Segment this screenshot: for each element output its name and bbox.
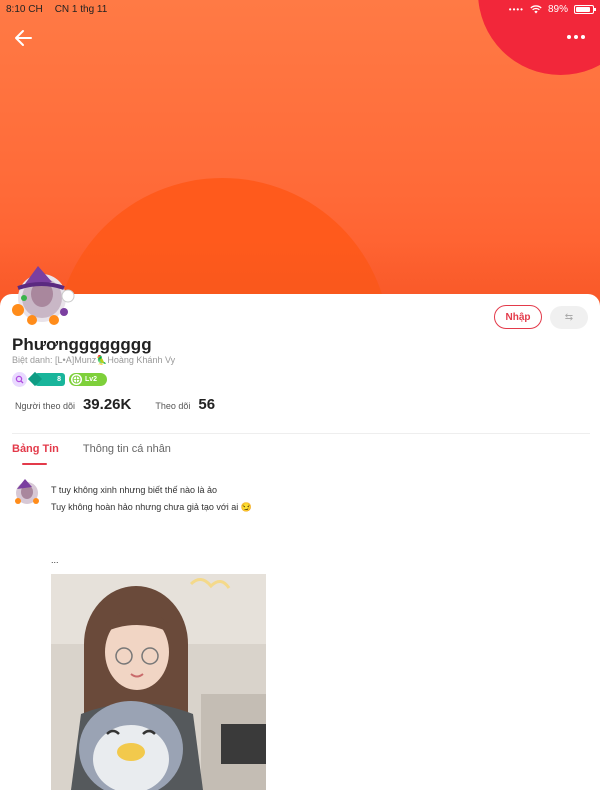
following-label[interactable]: Theo dõi	[155, 401, 190, 411]
divider	[12, 433, 590, 434]
post-ellipsis: ...	[51, 555, 59, 565]
back-button[interactable]	[12, 28, 36, 48]
stats-row: Người theo dõi 39.26K Theo dõi 56	[15, 396, 215, 413]
post-line-2: Tuy không hoàn hảo nhưng chưa giả tạo vớ…	[51, 502, 252, 512]
followers-label[interactable]: Người theo dõi	[15, 401, 75, 411]
following-count[interactable]: 56	[198, 396, 215, 413]
avatar-frame-icon	[12, 266, 75, 325]
arrow-left-icon	[15, 30, 32, 46]
battery-icon	[574, 4, 596, 14]
status-date: CN 1 thg 11	[54, 3, 108, 15]
wifi-icon	[530, 4, 542, 13]
message-button[interactable]: Nhập	[494, 305, 542, 329]
tab-feed[interactable]: Bảng Tin	[12, 443, 59, 465]
status-right: •••• 89%	[508, 3, 596, 15]
profile-name: Phươngggggggg	[12, 335, 152, 354]
avatar-icon	[15, 479, 39, 504]
search-icon	[15, 375, 24, 384]
badge-lv[interactable]: Lv2	[69, 373, 107, 386]
post-photo[interactable]	[51, 574, 266, 790]
tab-personal-info[interactable]: Thông tin cá nhân	[83, 443, 171, 465]
more-dots-icon	[567, 35, 571, 39]
cover-image	[0, 0, 600, 320]
switch-button[interactable]: ⇆	[550, 306, 588, 329]
badge-lv-text: Lv2	[85, 376, 98, 383]
post-text: T tuy không xinh nhưng biết thế nào là ả…	[51, 482, 252, 516]
badge-level[interactable]: 8	[35, 373, 65, 386]
followers-count[interactable]: 39.26K	[83, 396, 131, 413]
status-bar: 8:10 CH CN 1 thg 11 •••• 89%	[0, 0, 600, 18]
signal-icon: ••••	[508, 4, 524, 14]
post-photo-image	[51, 574, 266, 790]
battery-percent: 89%	[547, 3, 568, 15]
globe-icon	[71, 374, 82, 385]
post-author-avatar[interactable]	[12, 477, 42, 507]
profile-tabs: Bảng Tin Thông tin cá nhân	[12, 443, 171, 465]
badge-row: 8 Lv2	[12, 372, 107, 387]
status-time: 8:10 CH	[6, 3, 43, 15]
badge-level-text: 8	[57, 376, 61, 383]
profile-nickname: Biệt danh: [L•A]Munz🦜Hoàng Khánh Vy	[12, 355, 176, 365]
more-options-button[interactable]	[564, 30, 588, 44]
avatar[interactable]	[8, 262, 78, 328]
post-line-1: T tuy không xinh nhưng biết thế nào là ả…	[51, 485, 217, 495]
badge-search[interactable]	[12, 372, 27, 387]
